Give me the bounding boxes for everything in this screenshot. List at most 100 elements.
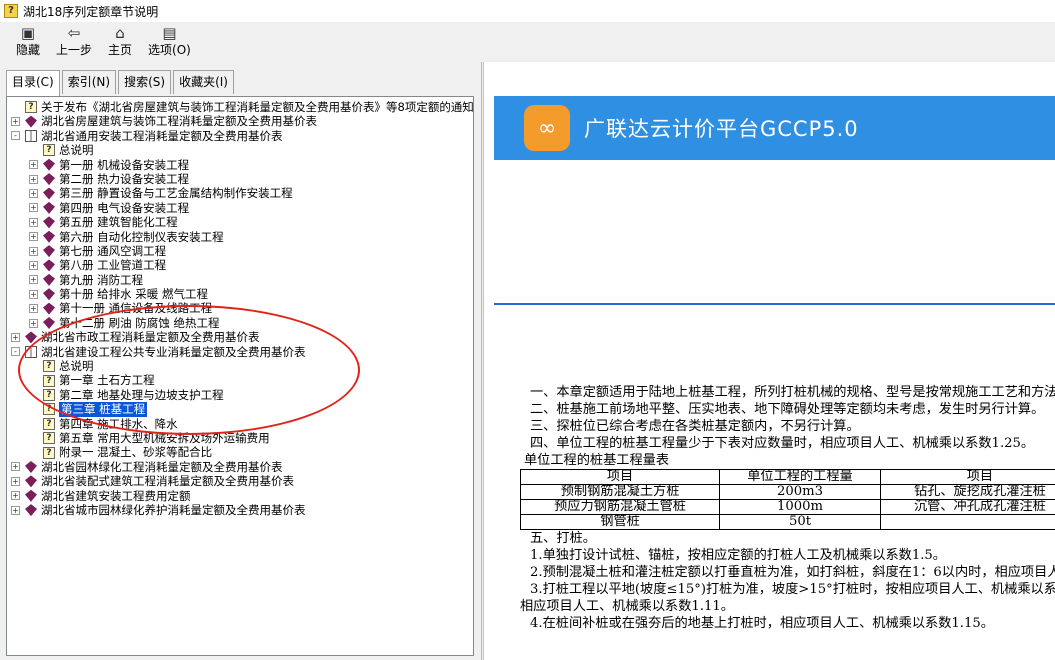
tree-item[interactable]: + 第十一册 通信设备及线路工程 <box>11 301 473 315</box>
back-button[interactable]: ⇦ 上一步 <box>48 22 100 62</box>
tree-item[interactable]: ? 关于发布《湖北省房屋建筑与装饰工程消耗量定额及全费用基价表》等8项定额的通知 <box>11 100 473 114</box>
expand-icon[interactable]: + <box>29 304 38 314</box>
tree-item[interactable]: + 第八册 工业管道工程 <box>11 258 473 272</box>
book-icon <box>43 230 55 243</box>
collapse-icon[interactable]: - <box>11 131 20 141</box>
tree-item[interactable]: + 第六册 自动化控制仪表安装工程 <box>11 229 473 244</box>
tree-item-label: 湖北省装配式建筑工程消耗量定额及全费用基价表 <box>41 474 294 489</box>
book-icon <box>43 158 55 171</box>
tree-item[interactable]: ? 总说明 <box>11 359 473 373</box>
table-row: 预制钢筋混凝土方桩 200m3 钻孔、旋挖成孔灌注桩 <box>519 484 1055 500</box>
expand-icon[interactable]: + <box>11 505 20 515</box>
home-icon: ⌂ <box>115 24 125 42</box>
table-header-row: 项目 单位工程的工程量 项目 <box>519 469 1055 485</box>
help-page-icon: ? <box>43 446 55 459</box>
tree-item-label: 湖北省园林绿化工程消耗量定额及全费用基价表 <box>41 459 283 474</box>
options-button[interactable]: ▤ 选项(O) <box>140 22 199 62</box>
tree-item[interactable]: + 湖北省市政工程消耗量定额及全费用基价表 <box>11 330 473 345</box>
hide-button[interactable]: ▣ 隐藏 <box>8 22 48 62</box>
toolbar: ▣ 隐藏 ⇦ 上一步 ⌂ 主页 ▤ 选项(O) <box>0 22 1055 62</box>
expand-icon[interactable]: + <box>29 318 38 328</box>
tree-item-label: 第六册 自动化控制仪表安装工程 <box>59 229 224 244</box>
book-icon <box>43 201 55 214</box>
tree-item[interactable]: + 第九册 消防工程 <box>11 273 473 287</box>
help-app-icon: ? <box>4 4 18 18</box>
tree-item[interactable]: + 湖北省房屋建筑与装饰工程消耗量定额及全费用基价表 <box>11 114 473 128</box>
open-book-icon <box>25 345 37 358</box>
tab-1[interactable]: 索引(N) <box>61 70 117 94</box>
table-row: 钢管桩 50t <box>519 514 1055 530</box>
tree-item-label: 第一章 土石方工程 <box>59 373 155 388</box>
tree-item[interactable]: + 第七册 通风空调工程 <box>11 244 473 258</box>
home-button[interactable]: ⌂ 主页 <box>100 22 140 62</box>
tree-item-label: 湖北省市政工程消耗量定额及全费用基价表 <box>41 330 260 345</box>
tree-item[interactable]: ? 附录一 混凝土、砂浆等配合比 <box>11 445 473 460</box>
expand-icon[interactable]: + <box>11 117 20 127</box>
tab-3[interactable]: 收藏夹(I) <box>173 70 234 94</box>
tree-item[interactable]: + 第五册 建筑智能化工程 <box>11 215 473 229</box>
navigation-pane: 目录(C) 索引(N) 搜索(S) 收藏夹(I) ? 关于发布《湖北省房屋建筑与装饰工程… <box>0 62 482 660</box>
product-banner: ∞ 广联达云计价平台GCCP5.0 <box>494 96 1055 160</box>
help-page-icon: ? <box>25 101 37 114</box>
tree-item[interactable]: + 第四册 电气设备安装工程 <box>11 201 473 215</box>
tree-item[interactable]: + 第十册 给排水 采暖 燃气工程 <box>11 287 473 301</box>
tree-item[interactable]: + 第一册 机械设备安装工程 <box>11 158 473 172</box>
book-icon <box>25 331 37 344</box>
help-page-icon: ? <box>43 403 55 416</box>
expand-icon[interactable]: + <box>29 160 38 170</box>
expand-icon[interactable]: + <box>29 174 38 184</box>
tree-item[interactable]: + 第十二册 刷油 防腐蚀 绝热工程 <box>11 316 473 330</box>
contents-tree: ? 关于发布《湖北省房屋建筑与装饰工程消耗量定额及全费用基价表》等8项定额的通知 +… <box>11 100 473 517</box>
options-icon: ▤ <box>162 24 177 42</box>
pile-quantity-table: 项目 单位工程的工程量 项目 预制钢筋混凝土方桩 200m3 钻孔、旋挖成孔灌注… <box>519 469 1055 530</box>
expand-icon[interactable]: + <box>29 217 38 227</box>
expand-icon[interactable]: + <box>29 203 38 213</box>
tab-2[interactable]: 搜索(S) <box>118 70 172 94</box>
collapse-icon[interactable]: - <box>11 347 20 357</box>
table-cell: 200m3 <box>719 484 881 500</box>
paragraph-10: 4.在桩间补桩或在强夯后的地基上打桩时，相应项目人工、机械乘以系数1.15。 <box>530 616 994 631</box>
tree-item[interactable]: ? 第五章 常用大型机械安拆及场外运输费用 <box>11 431 473 445</box>
tree-item-label: 湖北省城市园林绿化养护消耗量定额及全费用基价表 <box>41 502 306 517</box>
contents-tree-box[interactable]: ? 关于发布《湖北省房屋建筑与装饰工程消耗量定额及全费用基价表》等8项定额的通知 +… <box>6 96 474 656</box>
book-icon <box>43 216 55 229</box>
tree-item[interactable]: ? 第三章 桩基工程 <box>11 402 473 417</box>
tree-item[interactable]: + 湖北省装配式建筑工程消耗量定额及全费用基价表 <box>11 474 473 489</box>
expand-icon[interactable]: + <box>29 275 38 285</box>
expand-icon[interactable]: + <box>29 232 38 242</box>
table-header-cell: 单位工程的工程量 <box>719 469 881 485</box>
tree-item[interactable]: - 湖北省通用安装工程消耗量定额及全费用基价表 <box>11 129 473 143</box>
tree-item[interactable]: - 湖北省建设工程公共专业消耗量定额及全费用基价表 <box>11 345 473 359</box>
expand-icon[interactable]: + <box>11 476 20 486</box>
tree-item-label: 第二章 地基处理与边坡支护工程 <box>59 387 224 402</box>
content-pane[interactable]: ∞ 广联达云计价平台GCCP5.0 一、本章定额适用于陆地上桩基工程，所列打桩机… <box>483 62 1055 660</box>
toolbar-button-label: 选项(O) <box>148 43 191 57</box>
expand-icon[interactable]: + <box>29 189 38 199</box>
expand-icon[interactable]: + <box>11 332 20 342</box>
table-cell: 钻孔、旋挖成孔灌注桩 <box>879 484 1055 500</box>
tree-item[interactable]: ? 总说明 <box>11 143 473 157</box>
expand-icon[interactable]: + <box>11 491 20 501</box>
hide-icon: ▣ <box>20 24 36 42</box>
table-header-cell: 项目 <box>519 469 721 485</box>
toolbar-button-label: 隐藏 <box>16 43 41 57</box>
tree-item[interactable]: + 湖北省建筑安装工程费用定额 <box>11 489 473 503</box>
expand-icon[interactable]: + <box>11 462 20 472</box>
tab-0[interactable]: 目录(C) <box>6 70 60 96</box>
tree-item[interactable]: + 第三册 静置设备与工艺金属结构制作安装工程 <box>11 186 473 200</box>
banner-divider <box>494 303 1055 305</box>
window-title: 湖北18序列定额章节说明 <box>23 4 159 19</box>
tree-item[interactable]: ? 第二章 地基处理与边坡支护工程 <box>11 387 473 402</box>
tree-item[interactable]: + 第二册 热力设备安装工程 <box>11 172 473 186</box>
tree-item[interactable]: + 湖北省城市园林绿化养护消耗量定额及全费用基价表 <box>11 502 473 517</box>
tree-item[interactable]: ? 第四章 施工排水、降水 <box>11 417 473 431</box>
expand-icon[interactable]: + <box>29 246 38 256</box>
expand-icon[interactable]: + <box>29 260 38 270</box>
book-icon <box>25 489 37 502</box>
table-cell: 1000m <box>719 499 881 515</box>
tree-item[interactable]: + 湖北省园林绿化工程消耗量定额及全费用基价表 <box>11 459 473 474</box>
paragraph-6: 1.单独打设计试桩、锚桩，按相应定额的打桩人工及机械乘以系数1.5。 <box>530 548 946 563</box>
tree-item-label: 附录一 混凝土、砂浆等配合比 <box>59 445 213 460</box>
tree-item[interactable]: ? 第一章 土石方工程 <box>11 373 473 388</box>
expand-icon[interactable]: + <box>29 289 38 299</box>
